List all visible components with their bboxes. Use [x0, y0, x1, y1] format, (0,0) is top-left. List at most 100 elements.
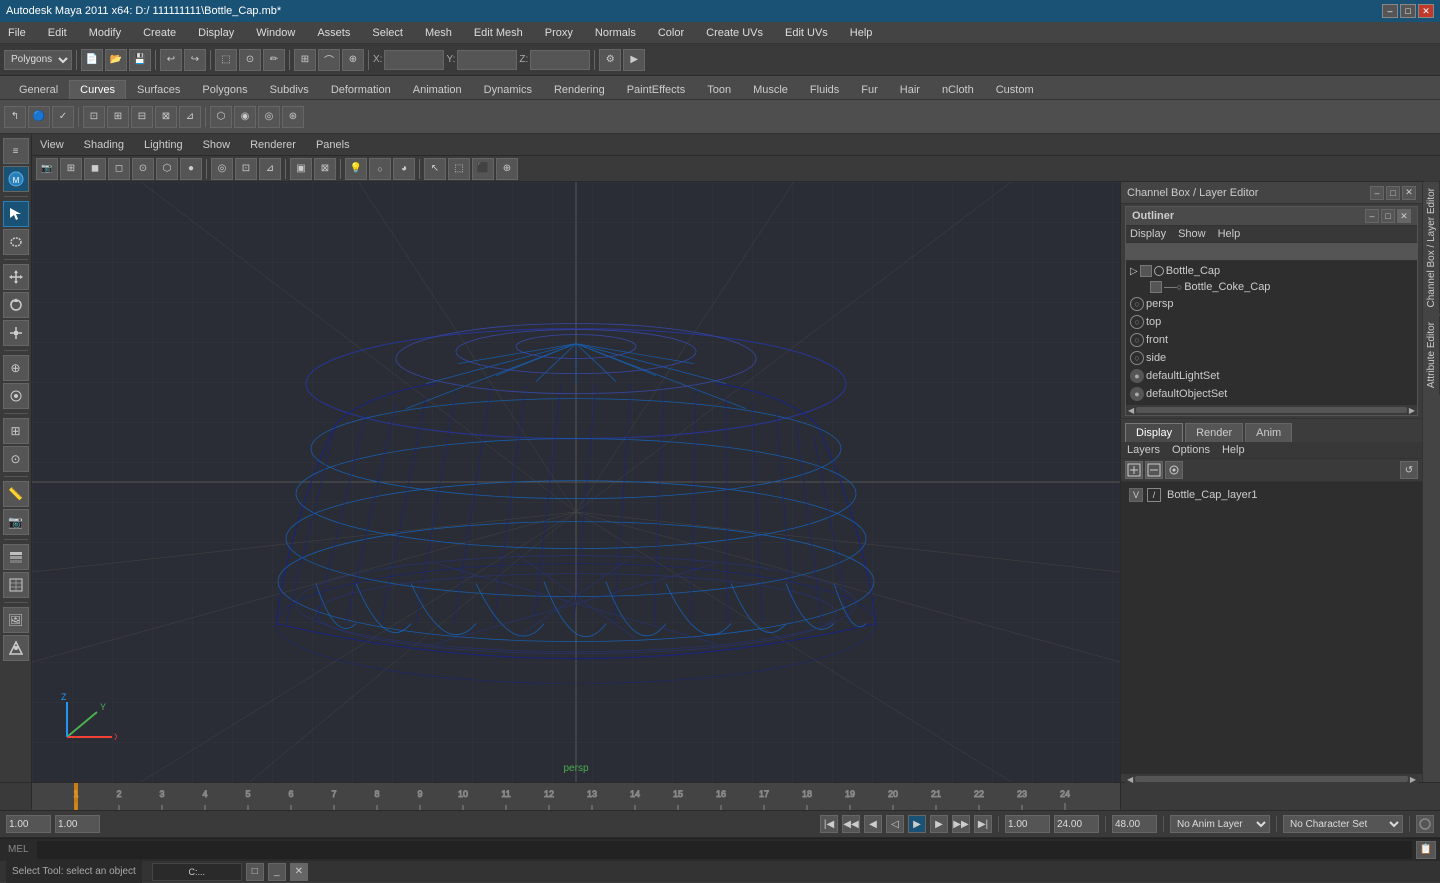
toolbar-new[interactable]: 📄	[81, 49, 103, 71]
snap-photo-btn[interactable]: 📷	[3, 509, 29, 535]
channel-box-side-tab[interactable]: Channel Box / Layer Editor	[1424, 182, 1440, 314]
toolbar-snap-curve[interactable]: ⌒	[318, 49, 340, 71]
layer-refresh-btn[interactable]: ↺	[1400, 461, 1418, 479]
vp-tb-backface[interactable]: ⊿	[259, 158, 281, 180]
shelf-icon-5[interactable]: ⊞	[107, 106, 129, 128]
layer-visibility-btn[interactable]: V	[1129, 488, 1143, 502]
shelf-icon-2[interactable]: 🔵	[28, 106, 50, 128]
layer-tab-display[interactable]: Display	[1125, 423, 1183, 442]
channel-box-btn[interactable]	[3, 572, 29, 598]
vp-tb-texture[interactable]: ▣	[290, 158, 312, 180]
z-coord-input[interactable]	[530, 50, 590, 70]
toolbar-lasso[interactable]: ⊙	[239, 49, 261, 71]
channel-box-close[interactable]: ✕	[1402, 186, 1416, 200]
taskbar-btn-2[interactable]: _	[268, 863, 286, 881]
vp-tb-grid[interactable]: ⊞	[60, 158, 82, 180]
scale-tool-btn[interactable]	[3, 320, 29, 346]
playback-end-input[interactable]	[1054, 815, 1099, 833]
shelf-tab-fur[interactable]: Fur	[850, 80, 889, 99]
render-view-btn[interactable]: 🖼	[3, 607, 29, 633]
menu-edit-mesh[interactable]: Edit Mesh	[470, 25, 527, 41]
playback-start-input[interactable]	[1005, 815, 1050, 833]
shelf-icon-9[interactable]: ⬡	[210, 106, 232, 128]
toolbar-select[interactable]: ⬚	[215, 49, 237, 71]
shelf-icon-10[interactable]: ◉	[234, 106, 256, 128]
vp-tb-obj2[interactable]: ⬛	[472, 158, 494, 180]
step-back-key-btn[interactable]: ◀◀	[842, 815, 860, 833]
vp-tb-smooth[interactable]: ●	[180, 158, 202, 180]
step-fwd-key-btn[interactable]: ▶▶	[952, 815, 970, 833]
shelf-icon-4[interactable]: ⊡	[83, 106, 105, 128]
toolbar-render-settings[interactable]: ⚙	[599, 49, 621, 71]
timeline-ruler[interactable]: 1 2 3 4 5 6 7 8 9 10 11 12 13 14 15 16 1…	[32, 783, 1120, 810]
shelf-expand-btn[interactable]: ≡	[3, 138, 29, 164]
measure-btn[interactable]: 📏	[3, 481, 29, 507]
menu-create-uvs[interactable]: Create UVs	[702, 25, 767, 41]
menu-edit[interactable]: Edit	[44, 25, 71, 41]
shelf-tab-ncloth[interactable]: nCloth	[931, 80, 985, 99]
menu-color[interactable]: Color	[654, 25, 688, 41]
close-button[interactable]: ✕	[1418, 4, 1434, 18]
vp-tb-pivot[interactable]: ⊕	[496, 158, 518, 180]
outliner-item-bottle-coke-cap[interactable]: Bottle_Coke_Cap	[1184, 281, 1270, 293]
vp-menu-panels[interactable]: Panels	[312, 137, 354, 153]
outliner-display-menu[interactable]: Display	[1130, 228, 1166, 240]
menu-proxy[interactable]: Proxy	[541, 25, 577, 41]
play-fwd-btn[interactable]: ▶	[908, 815, 926, 833]
soft-mod-btn[interactable]	[3, 383, 29, 409]
layer-menu-help[interactable]: Help	[1222, 444, 1245, 456]
vp-menu-lighting[interactable]: Lighting	[140, 137, 187, 153]
shelf-icon-7[interactable]: ⊠	[155, 106, 177, 128]
menu-select[interactable]: Select	[368, 25, 407, 41]
vp-tb-light2[interactable]: ○	[369, 158, 391, 180]
shelf-tab-rendering[interactable]: Rendering	[543, 80, 616, 99]
outliner-item-defaultlightset[interactable]: defaultLightSet	[1146, 370, 1219, 382]
layer-delete-btn[interactable]	[1145, 461, 1163, 479]
vp-tb-shading2[interactable]: ◻	[108, 158, 130, 180]
layer-tab-render[interactable]: Render	[1185, 423, 1243, 442]
x-coord-input[interactable]	[384, 50, 444, 70]
toolbar-save[interactable]: 💾	[129, 49, 151, 71]
shelf-tab-deformation[interactable]: Deformation	[320, 80, 402, 99]
shelf-icon-11[interactable]: ◎	[258, 106, 280, 128]
time-start-input[interactable]	[6, 815, 51, 833]
layer-btn[interactable]	[3, 544, 29, 570]
vp-menu-view[interactable]: View	[36, 137, 68, 153]
vp-tb-cursor[interactable]: ↖	[424, 158, 446, 180]
toolbar-snap-point[interactable]: ⊕	[342, 49, 364, 71]
vp-menu-show[interactable]: Show	[199, 137, 235, 153]
shelf-tab-toon[interactable]: Toon	[696, 80, 742, 99]
play-back-btn[interactable]: ◁	[886, 815, 904, 833]
shelf-icon-3[interactable]: ✓	[52, 106, 74, 128]
layer-new-btn[interactable]	[1125, 461, 1143, 479]
toolbar-snap-grid[interactable]: ⊞	[294, 49, 316, 71]
menu-create[interactable]: Create	[139, 25, 180, 41]
menu-edit-uvs[interactable]: Edit UVs	[781, 25, 832, 41]
go-start-btn[interactable]: |◀	[820, 815, 838, 833]
vp-tb-xray[interactable]: ⊡	[235, 158, 257, 180]
menu-file[interactable]: File	[4, 25, 30, 41]
shelf-tab-dynamics[interactable]: Dynamics	[473, 80, 543, 99]
vp-tb-shadow[interactable]: ◕	[393, 158, 415, 180]
toolbar-redo[interactable]: ↪	[184, 49, 206, 71]
vp-menu-renderer[interactable]: Renderer	[246, 137, 300, 153]
shelf-tab-muscle[interactable]: Muscle	[742, 80, 799, 99]
vp-tb-camera[interactable]: 📷	[36, 158, 58, 180]
y-coord-input[interactable]	[457, 50, 517, 70]
shelf-tab-curves[interactable]: Curves	[69, 80, 126, 99]
select-tool-btn[interactable]	[3, 201, 29, 227]
shelf-tab-fluids[interactable]: Fluids	[799, 80, 850, 99]
outliner-minimize-btn[interactable]: –	[1365, 209, 1379, 223]
shelf-icon-8[interactable]: ⊿	[179, 106, 201, 128]
channel-box-maximize[interactable]: □	[1386, 186, 1400, 200]
outliner-item-front[interactable]: front	[1146, 334, 1168, 346]
shelf-tab-surfaces[interactable]: Surfaces	[126, 80, 191, 99]
outliner-close-btn[interactable]: ✕	[1397, 209, 1411, 223]
outliner-collapse-btn[interactable]: ▷	[1130, 266, 1138, 277]
toolbar-paint[interactable]: ✏	[263, 49, 285, 71]
outliner-show-menu[interactable]: Show	[1178, 228, 1206, 240]
lasso-tool-btn[interactable]	[3, 229, 29, 255]
vp-tb-uvs[interactable]: ⊠	[314, 158, 336, 180]
toolbar-open[interactable]: 📂	[105, 49, 127, 71]
layer-h-scrollbar[interactable]: ◀ ▶	[1125, 774, 1418, 784]
